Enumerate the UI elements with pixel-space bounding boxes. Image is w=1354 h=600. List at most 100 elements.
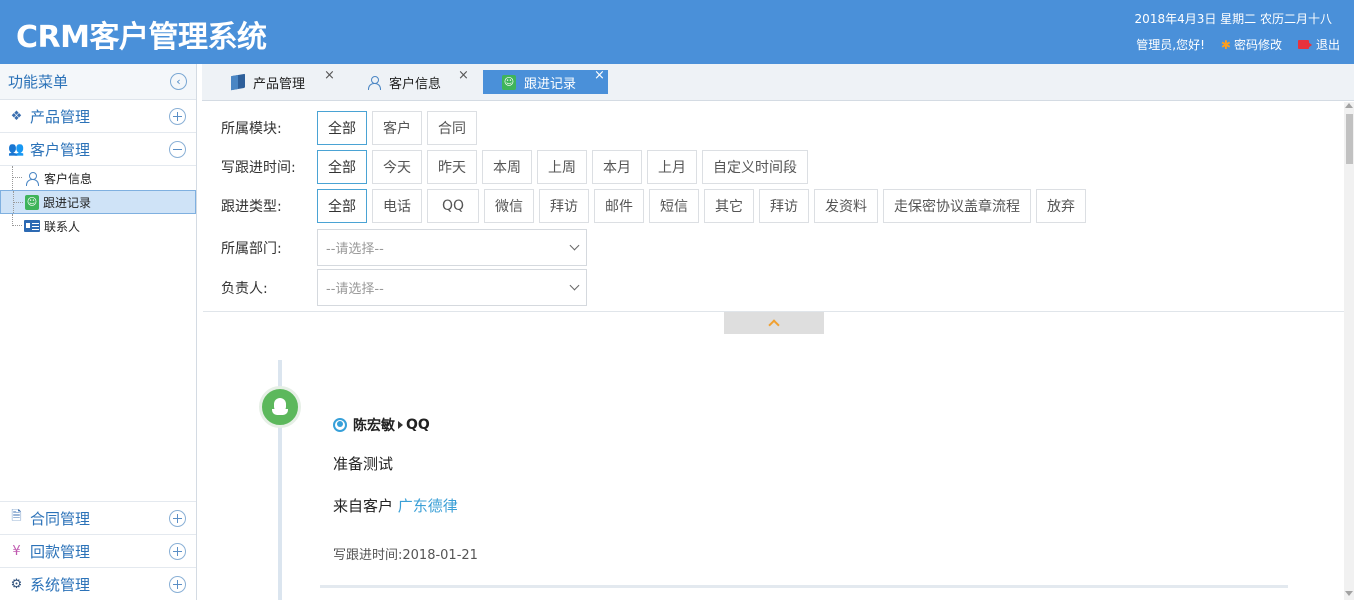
sidebar-item-label: 跟进记录	[43, 195, 92, 210]
filter-chip[interactable]: 本周	[482, 150, 532, 184]
tab-bar: 产品管理 × 客户信息 × ☺ 跟进记录 ×	[202, 64, 1354, 101]
close-tab-icon[interactable]: ×	[594, 68, 605, 83]
menu-group-payments[interactable]: ¥ 回款管理	[0, 534, 196, 567]
followup-icon: ☺	[25, 194, 39, 210]
app-header: CRM客户管理系统 2018年4月3日 星期二 农历二月十八 管理员,您好! ✱…	[0, 0, 1354, 64]
menu-group-label: 合同管理	[30, 509, 91, 528]
menu-group-system[interactable]: ⚙ 系统管理	[0, 567, 196, 600]
record-time: 写跟进时间:2018-01-21	[333, 548, 478, 563]
gear-icon: ✱	[1220, 37, 1231, 52]
menu-group-label: 产品管理	[30, 107, 91, 126]
sidebar-header: 功能菜单 ‹	[0, 64, 196, 100]
sidebar-item-label: 客户信息	[44, 171, 93, 186]
customer-link[interactable]: 广东德律	[398, 497, 458, 515]
logout-link[interactable]: 退出	[1297, 36, 1340, 53]
filter-row-owner: 负责人: --请选择--	[221, 269, 587, 306]
filter-chip[interactable]: 微信	[484, 189, 535, 223]
filter-panel: 所属模块: 全部 客户 合同 写跟进时间: 全部 今天 昨天 本周 上周 本月 …	[203, 102, 1344, 312]
filter-row-module: 所属模块: 全部 客户 合同	[221, 111, 482, 145]
sidebar-title: 功能菜单	[8, 73, 69, 91]
filter-chip[interactable]: 走保密协议盖章流程	[883, 189, 1032, 223]
date-display: 2018年4月3日 星期二 农历二月十八	[1134, 12, 1332, 26]
filter-chip[interactable]: 放弃	[1036, 189, 1087, 223]
tab-customer-info[interactable]: 客户信息 ×	[366, 68, 469, 94]
filter-chip[interactable]: QQ	[427, 189, 480, 223]
sidebar-item-contacts[interactable]: 联系人	[0, 214, 196, 238]
expand-icon[interactable]	[169, 542, 186, 560]
scroll-up-icon[interactable]	[1345, 103, 1353, 108]
collapse-sidebar-icon[interactable]: ‹	[170, 73, 187, 90]
filter-chip[interactable]: 其它	[704, 189, 755, 223]
user-icon	[333, 418, 347, 432]
filter-label: 写跟进时间:	[221, 160, 296, 176]
chevron-down-icon	[569, 280, 580, 291]
menu-group-contracts[interactable]: 🗎 合同管理	[0, 501, 196, 534]
record-source-prefix: 来自客户	[333, 497, 394, 515]
change-password-link[interactable]: ✱ 密码修改	[1221, 36, 1282, 53]
filter-chip[interactable]: 电话	[372, 189, 422, 223]
greeting: 管理员,您好!	[1136, 38, 1205, 52]
app-title: CRM客户管理系统	[16, 20, 267, 55]
sidebar-item-followup[interactable]: ☺ 跟进记录	[0, 190, 196, 214]
dept-select[interactable]: --请选择--	[317, 229, 587, 266]
document-icon: 🗎	[11, 509, 22, 524]
cubes-icon: ❖	[10, 108, 23, 124]
tab-products[interactable]: 产品管理 ×	[230, 68, 335, 94]
menu-group-products[interactable]: ❖ 产品管理	[0, 100, 196, 133]
sidebar-bottom-menu: 🗎 合同管理 ¥ 回款管理 ⚙ 系统管理	[0, 501, 196, 600]
scrollbar[interactable]	[1344, 102, 1354, 600]
gear-icon: ⚙	[10, 576, 23, 592]
close-tab-icon[interactable]: ×	[458, 68, 469, 83]
filter-chip[interactable]: 上月	[647, 150, 697, 184]
filter-chip[interactable]: 拜访	[539, 189, 590, 223]
close-tab-icon[interactable]: ×	[324, 68, 335, 83]
filter-chip[interactable]: 本月	[592, 150, 642, 184]
timeline-dot	[259, 386, 301, 428]
followup-record: 陈宏敏 QQ 准备测试 来自客户 广东德律 写跟进时间:2018-01-21	[320, 400, 1288, 588]
menu-group-label: 回款管理	[30, 542, 91, 561]
scrollbar-thumb[interactable]	[1346, 114, 1353, 164]
qq-icon	[272, 398, 288, 416]
filter-chip[interactable]: 邮件	[594, 189, 645, 223]
filter-chip[interactable]: 发资料	[814, 189, 879, 223]
customer-submenu: 客户信息 ☺ 跟进记录 联系人	[0, 166, 196, 238]
filter-chip[interactable]: 合同	[427, 111, 477, 145]
exit-icon	[1297, 40, 1312, 49]
caret-right-icon	[398, 421, 403, 429]
select-placeholder: --请选择--	[326, 242, 384, 257]
filter-chip[interactable]: 拜访	[759, 189, 810, 223]
sidebar-item-label: 联系人	[44, 219, 81, 234]
sidebar-item-customer-info[interactable]: 客户信息	[0, 166, 196, 190]
filter-chip[interactable]: 客户	[372, 111, 422, 145]
collapse-icon[interactable]	[169, 140, 186, 158]
person-outline-icon	[366, 74, 382, 90]
filter-label: 所属模块:	[221, 121, 282, 137]
person-outline-icon	[24, 171, 40, 186]
record-type: QQ	[406, 417, 430, 433]
menu-group-label: 客户管理	[30, 140, 91, 159]
followup-icon: ☺	[502, 74, 516, 90]
filter-chip[interactable]: 上周	[537, 150, 587, 184]
expand-icon[interactable]	[169, 575, 186, 593]
tab-label: 客户信息	[389, 76, 442, 92]
filter-chip[interactable]: 全部	[317, 150, 367, 184]
filter-chip[interactable]: 短信	[649, 189, 700, 223]
collapse-filter-button[interactable]	[724, 312, 824, 334]
filter-chip[interactable]: 今天	[372, 150, 422, 184]
filter-chip[interactable]: 全部	[317, 189, 367, 223]
filter-chip[interactable]: 昨天	[427, 150, 477, 184]
expand-icon[interactable]	[169, 509, 186, 527]
expand-icon[interactable]	[169, 107, 186, 125]
user-area: 管理员,您好! ✱ 密码修改 退出	[1136, 36, 1340, 53]
owner-select[interactable]: --请选择--	[317, 269, 587, 306]
tab-followup[interactable]: ☺ 跟进记录 ×	[483, 68, 608, 94]
filter-chip[interactable]: 自定义时间段	[702, 150, 808, 184]
tab-label: 跟进记录	[524, 76, 577, 92]
menu-group-customers[interactable]: 👥 客户管理	[0, 133, 196, 166]
filter-chip[interactable]: 全部	[317, 111, 367, 145]
scroll-down-icon[interactable]	[1345, 591, 1353, 596]
record-person: 陈宏敏	[353, 418, 395, 434]
filter-label: 所属部门:	[221, 240, 282, 257]
filter-label: 负责人:	[221, 280, 268, 297]
record-content: 准备测试	[333, 455, 394, 473]
